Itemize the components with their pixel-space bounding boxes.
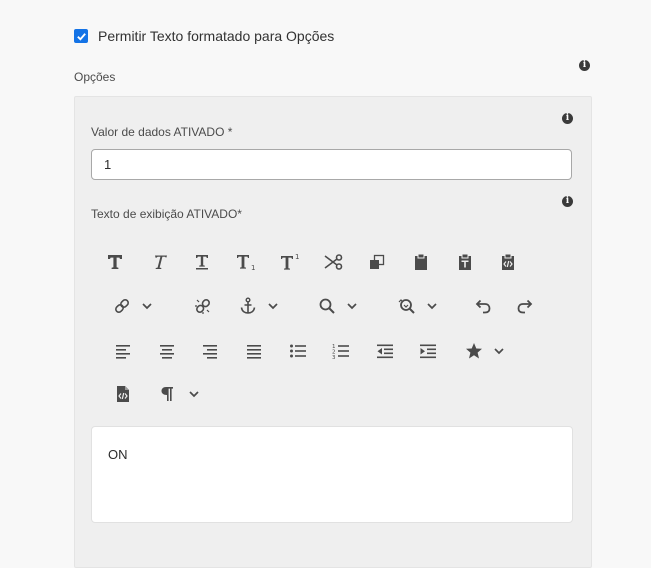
display-text-label: Texto de exibição ATIVADO*	[91, 207, 242, 221]
chevron-down-icon	[347, 303, 357, 310]
indent-icon[interactable]	[417, 339, 439, 363]
data-value-label: Valor de dados ATIVADO *	[91, 125, 233, 139]
chevron-down-icon	[494, 348, 504, 355]
bold-icon[interactable]	[104, 250, 126, 274]
paragraph-format-icon[interactable]	[156, 382, 204, 406]
chevron-down-icon	[268, 303, 278, 310]
superscript-icon[interactable]: 1	[279, 250, 301, 274]
svg-text:1: 1	[295, 253, 299, 261]
special-character-icon[interactable]	[460, 339, 510, 363]
info-icon[interactable]: i	[579, 60, 590, 71]
svg-text:1: 1	[251, 264, 255, 271]
chevron-down-icon	[427, 303, 437, 310]
anchor-icon[interactable]	[234, 294, 284, 318]
align-right-icon[interactable]	[199, 339, 221, 363]
chevron-down-icon	[189, 391, 199, 398]
info-icon[interactable]: i	[562, 196, 573, 207]
checkmark-icon	[76, 32, 86, 41]
rich-text-editor[interactable]: ON	[91, 426, 573, 523]
align-justify-icon[interactable]	[243, 339, 265, 363]
cut-icon[interactable]	[323, 250, 345, 274]
rich-text-checkbox[interactable]	[74, 29, 88, 43]
align-left-icon[interactable]	[112, 339, 134, 363]
numbered-list-icon[interactable]: 123	[330, 339, 352, 363]
paste-plain-text-icon[interactable]	[454, 250, 476, 274]
options-section-label: Opções	[74, 70, 116, 84]
info-icon[interactable]: i	[562, 113, 573, 124]
source-code-icon[interactable]	[112, 382, 134, 406]
redo-icon[interactable]	[514, 294, 536, 318]
find-replace-icon[interactable]	[393, 294, 443, 318]
undo-icon[interactable]	[472, 294, 494, 318]
copy-icon[interactable]	[366, 250, 388, 274]
unlink-icon[interactable]	[192, 294, 214, 318]
rich-text-label: Permitir Texto formatado para Opções	[98, 28, 335, 44]
align-center-icon[interactable]	[156, 339, 178, 363]
paste-from-word-icon[interactable]	[497, 250, 519, 274]
outdent-icon[interactable]	[374, 339, 396, 363]
chevron-down-icon	[142, 303, 152, 310]
svg-text:3: 3	[332, 355, 336, 359]
data-value-input[interactable]	[91, 149, 572, 180]
editor-content[interactable]: ON	[108, 447, 128, 462]
underline-icon[interactable]	[191, 250, 213, 274]
link-icon[interactable]	[112, 294, 154, 318]
find-icon[interactable]	[313, 294, 363, 318]
italic-icon[interactable]	[148, 250, 170, 274]
bulleted-list-icon[interactable]	[287, 339, 309, 363]
paste-icon[interactable]	[410, 250, 432, 274]
rich-text-option[interactable]: Permitir Texto formatado para Opções	[74, 28, 334, 44]
subscript-icon[interactable]: 1	[235, 250, 257, 274]
